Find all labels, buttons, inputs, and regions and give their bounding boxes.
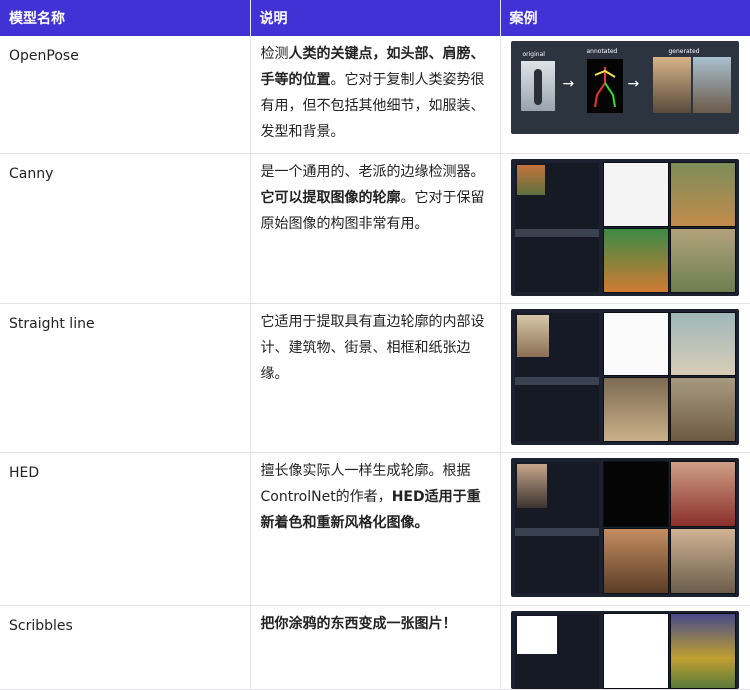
generated-photo-1 [652,57,691,113]
header-model-name: 模型名称 [0,0,251,36]
ui-left-panel [514,162,599,292]
table-row: HED 擅长像实际人一样生成轮廓。根据ControlNet的作者，HED适用于重… [0,452,750,606]
scribbles-example-image [510,610,739,689]
model-name: HED [9,464,40,481]
line-map [602,311,669,376]
portrait-output-1 [669,460,736,527]
model-description: 它适用于提取具有直边轮廓的内部设计、建筑物、街景、相框和纸张边缘。 [251,304,500,387]
scribble-drawing [602,612,669,689]
canny-output-1 [669,161,736,227]
model-description: 是一个通用的、老派的边缘检测器。它可以提取图像的轮廓。它对于保留原始图像的构图非… [251,154,500,237]
table-row: Scribbles 把你涂鸦的东西变成一张图片！ [0,605,750,690]
canny-output-2 [602,227,669,293]
description-text: 它适用于提取具有直边轮廓的内部设计、建筑物、街景、相框和纸张边缘。 [260,313,485,382]
description-text: 是一个通用的、老派的边缘检测器。 [260,163,485,180]
arrow-icon: → [627,76,640,92]
table-row: Canny 是一个通用的、老派的边缘检测器。它可以提取图像的轮廓。它对于保留原始… [0,153,750,304]
label-generated: generated [668,48,700,55]
header-description: 说明 [250,0,501,36]
label-original: original [522,51,545,58]
original-photo [520,61,555,111]
room-output-2 [602,376,669,442]
room-output-1 [669,311,736,376]
model-name: Straight line [9,315,95,332]
pose-skeleton [586,59,623,113]
portrait-output-2 [602,527,669,594]
portrait-output-3 [669,527,736,594]
scribble-output [669,612,736,689]
straight-line-example-image [510,308,739,445]
ui-left-panel [514,312,599,441]
label-annotated: annotated [586,48,618,55]
model-description: 把你涂鸦的东西变成一张图片！ [251,606,500,637]
table-row: Straight line 它适用于提取具有直边轮廓的内部设计、建筑物、街景、相… [0,303,750,453]
description-bold-text: 把你涂鸦的东西变成一张图片！ [260,615,457,632]
canny-output-3 [669,227,736,293]
header-example: 案例 [500,0,750,36]
canny-example-image [510,158,739,296]
ui-left-panel [514,461,599,593]
openpose-example-image: original annotated generated → → [510,41,739,134]
model-name: Scribbles [9,617,73,634]
controlnet-models-table: 模型名称 说明 案例 OpenPose 检测人类的关键点，如头部、肩膀、手等的位… [0,0,750,690]
description-text: 检测 [260,46,289,62]
ui-left-panel [514,613,599,689]
hed-example-image [510,457,739,597]
description-bold-text: 它可以提取图像的轮廓 [260,189,401,206]
model-description: 检测人类的关键点，如头部、肩膀、手等的位置。它对于复制人类姿势很有用，但不包括其… [251,36,500,145]
canny-edge-map [602,161,669,227]
generated-photo-2 [692,57,731,113]
arrow-icon: → [562,76,575,92]
model-name: OpenPose [9,48,79,64]
model-description: 擅长像实际人一样生成轮廓。根据ControlNet的作者，HED适用于重新着色和… [251,453,500,536]
table-row: OpenPose 检测人类的关键点，如头部、肩膀、手等的位置。它对于复制人类姿势… [0,36,750,154]
table-header-row: 模型名称 说明 案例 [0,0,750,36]
room-output-3 [669,376,736,442]
model-name: Canny [9,165,54,182]
hed-edge-map [602,460,669,527]
